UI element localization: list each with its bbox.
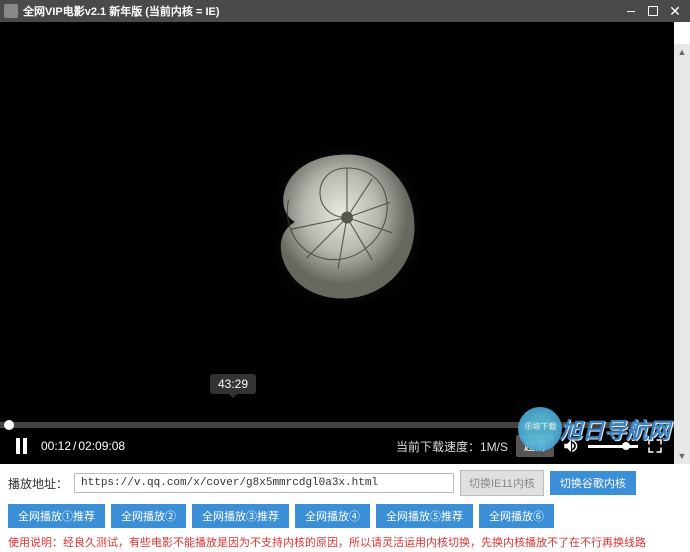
url-input[interactable] [74,473,454,493]
progress-bar[interactable] [0,422,674,428]
switch-chrome-button[interactable]: 切换谷歌内核 [550,471,636,495]
title-bar: 全网VIP电影v2.1 新年版 (当前内核 = IE) ✕ [0,0,690,22]
scroll-down-icon[interactable]: ▼ [674,448,690,464]
window-title: 全网VIP电影v2.1 新年版 (当前内核 = IE) [23,3,620,19]
progress-thumb[interactable] [4,420,14,430]
current-time: 00:12 [41,439,71,453]
vertical-scrollbar[interactable]: ▲ ▼ [674,44,690,464]
volume-slider[interactable] [588,445,638,448]
fullscreen-icon[interactable] [646,437,664,455]
pause-button[interactable] [10,438,33,454]
url-label: 播放地址： [8,475,68,492]
recommend-btn-1[interactable]: 全网播放①推荐 [8,504,105,528]
recommend-btn-6[interactable]: 全网播放⑥ [479,504,554,528]
total-time: 02:09:08 [78,439,125,453]
recommend-btn-5[interactable]: 全网播放⑤推荐 [376,504,473,528]
usage-note: 使用说明：经良久测试，有些电影不能播放是因为不支持内核的原因，所以请灵活运用内核… [0,532,690,552]
minimize-button[interactable] [620,2,642,20]
video-player: 43:29 00:12/02:09:08 当前下载速度：1M/S 超清 [0,22,674,464]
maximize-button[interactable] [642,2,664,20]
time-display: 00:12/02:09:08 [41,439,125,454]
url-bar: 播放地址： 切换IE11内核 切换谷歌内核 [0,464,690,502]
player-controls: 00:12/02:09:08 当前下载速度：1M/S 超清 [0,428,674,464]
close-button[interactable]: ✕ [664,2,686,20]
app-icon [4,4,18,18]
volume-icon[interactable] [562,437,580,455]
recommend-btn-2[interactable]: 全网播放② [111,504,186,528]
download-speed: 当前下载速度：1M/S [396,438,508,455]
recommend-btn-3[interactable]: 全网播放③推荐 [192,504,289,528]
switch-ie-button[interactable]: 切换IE11内核 [460,470,544,496]
recommend-bar: 全网播放①推荐 全网播放② 全网播放③推荐 全网播放④ 全网播放⑤推荐 全网播放… [0,502,690,532]
video-canvas[interactable]: 43:29 [0,22,674,422]
scroll-track[interactable] [674,60,690,448]
recommend-btn-4[interactable]: 全网播放④ [295,504,370,528]
seek-tooltip: 43:29 [210,374,256,394]
video-content-shell [257,132,437,312]
scroll-up-icon[interactable]: ▲ [674,44,690,60]
volume-thumb[interactable] [622,442,630,450]
quality-button[interactable]: 超清 [516,435,554,457]
